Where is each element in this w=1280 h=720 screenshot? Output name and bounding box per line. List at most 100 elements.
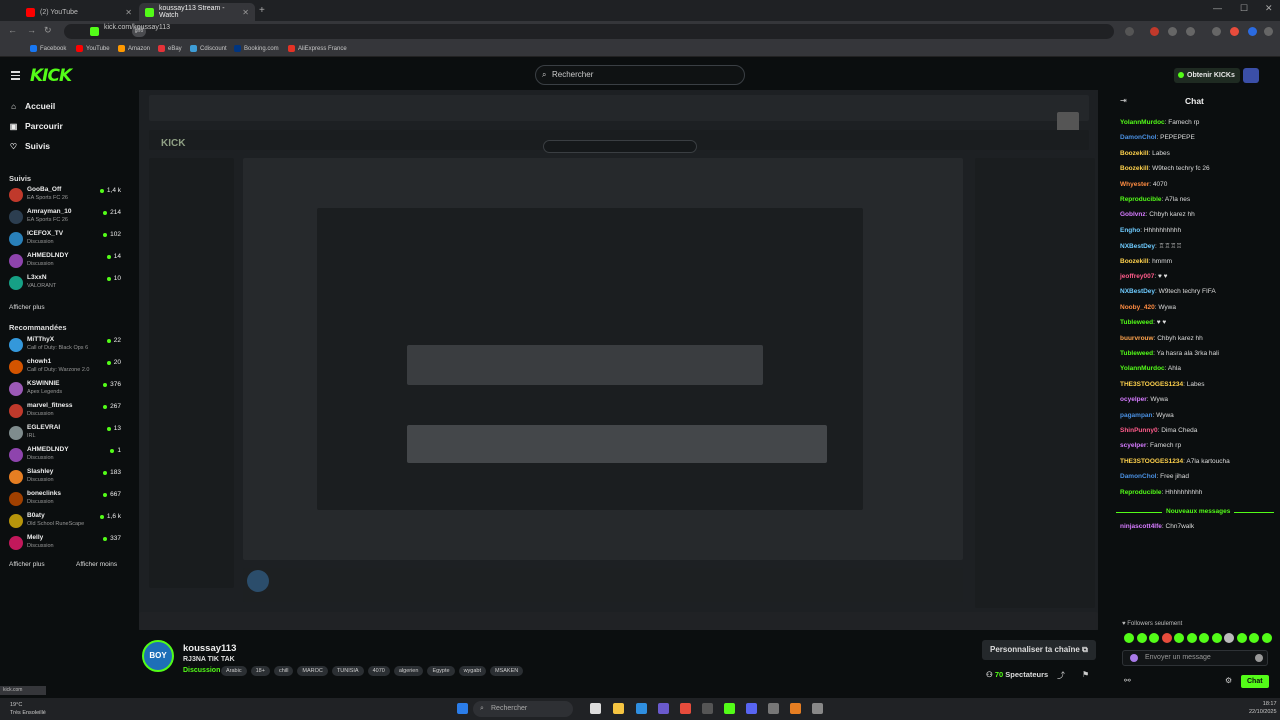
chrome-icon[interactable] bbox=[680, 703, 691, 714]
puzzle-icon[interactable] bbox=[1186, 27, 1195, 36]
chat-username[interactable]: Tubleweed bbox=[1120, 319, 1153, 326]
emote-icon[interactable] bbox=[1174, 633, 1184, 643]
new-tab-icon[interactable]: + bbox=[259, 5, 265, 16]
sidebar-channel[interactable]: Amrayman_10 EA Sports FC 26 214 bbox=[9, 208, 121, 230]
collapse-chat-icon[interactable]: ⇥ bbox=[1120, 96, 1127, 105]
maximize-icon[interactable]: ☐ bbox=[1240, 3, 1248, 14]
chat-username[interactable]: Boozekill bbox=[1120, 150, 1149, 157]
sidebar-channel[interactable]: MiTThyX Call of Duty: Black Ops 6 22 bbox=[9, 336, 121, 358]
chat-message[interactable]: Boozekill: Labes bbox=[1120, 150, 1170, 157]
download-icon[interactable] bbox=[1212, 27, 1221, 36]
chat-username[interactable]: Boozekill bbox=[1120, 165, 1149, 172]
channel-avatar[interactable]: BOY bbox=[142, 640, 174, 672]
taskbar-search[interactable]: ⌕ Rechercher bbox=[473, 701, 573, 717]
store-icon[interactable] bbox=[658, 703, 669, 714]
chat-message[interactable]: ninjascott4lfe: Chn7walk bbox=[1120, 523, 1194, 530]
task-view-icon[interactable] bbox=[590, 703, 601, 714]
sidebar-channel[interactable]: Slashley Discussion 183 bbox=[9, 468, 121, 490]
emote-icon[interactable] bbox=[1199, 633, 1209, 643]
chat-message[interactable]: pagampan: Wywa bbox=[1120, 412, 1174, 419]
chat-username[interactable]: Tubleweed bbox=[1120, 350, 1153, 357]
share-icon[interactable]: ⤴ bbox=[1057, 670, 1065, 681]
sidebar-channel[interactable]: B0aty Old School RuneScape 1,6 k bbox=[9, 512, 121, 534]
chat-username[interactable]: DamonChol bbox=[1120, 473, 1156, 480]
profile-icon[interactable] bbox=[1230, 27, 1239, 36]
emoji-icon[interactable] bbox=[1255, 654, 1263, 662]
file-explorer-icon[interactable] bbox=[613, 703, 624, 714]
more-options-icon[interactable]: ⚑ bbox=[1082, 670, 1089, 679]
send-chat-button[interactable]: Chat bbox=[1241, 675, 1269, 688]
bookmark-ebay[interactable]: eBay bbox=[158, 45, 182, 52]
forward-icon[interactable]: → bbox=[27, 25, 36, 35]
stream-tag[interactable]: chill bbox=[273, 666, 294, 676]
chat-message[interactable]: THE3STOOGES1234: Labes bbox=[1120, 381, 1204, 388]
nav-suivis[interactable]: ♡ Suivis bbox=[9, 141, 50, 151]
stream-tag[interactable]: Egypte bbox=[427, 666, 455, 676]
chat-message[interactable]: ocyelper: Wywa bbox=[1120, 396, 1168, 403]
link-icon[interactable]: ⚯ bbox=[1124, 676, 1131, 685]
sidebar-channel[interactable]: marvel_fitness Discussion 267 bbox=[9, 402, 121, 424]
user-avatar[interactable] bbox=[1243, 68, 1259, 83]
chat-username[interactable]: buurvrouw bbox=[1120, 335, 1154, 342]
chat-message[interactable]: DamonChol: Free jihad bbox=[1120, 473, 1189, 480]
chat-message[interactable]: buurvrouw: Chbyh karez hh bbox=[1120, 335, 1203, 342]
emote-icon[interactable] bbox=[1261, 633, 1272, 643]
chat-message[interactable]: ShinPunny0: Dima Cheda bbox=[1120, 427, 1197, 434]
channel-name[interactable]: koussay113 bbox=[183, 643, 236, 654]
bookmark-aliexpress[interactable]: AliExpress France bbox=[288, 45, 347, 52]
star-icon[interactable] bbox=[1125, 27, 1134, 36]
tab-youtube[interactable]: (2) YouTube ✕ bbox=[20, 3, 138, 21]
sidebar-channel[interactable]: GooBa_Off EA Sports FC 26 1,4 k bbox=[9, 186, 121, 208]
stream-tag[interactable]: TUNISIA bbox=[331, 666, 364, 676]
chat-username[interactable]: THE3STOOGES1234 bbox=[1120, 381, 1183, 388]
stream-tag[interactable]: algerien bbox=[393, 666, 424, 676]
sidebar-channel[interactable]: ICEFOX_TV Discussion 102 bbox=[9, 230, 121, 252]
stream-tag[interactable]: Arabic bbox=[221, 666, 247, 676]
bookmark-youtube[interactable]: YouTube bbox=[76, 45, 110, 52]
stream-tag[interactable]: MSAKEN bbox=[490, 666, 524, 676]
app-icon[interactable] bbox=[702, 703, 713, 714]
stream-tag[interactable]: wygabt bbox=[458, 666, 486, 676]
chat-message[interactable]: YolannMurdoc: Famech rp bbox=[1120, 119, 1199, 126]
chat-message[interactable]: Goblvnz: Chbyh karez hh bbox=[1120, 211, 1195, 218]
gear-icon[interactable]: ⚙ bbox=[1225, 676, 1232, 685]
chat-username[interactable]: YolannMurdoc bbox=[1120, 365, 1165, 372]
extension-icon[interactable] bbox=[1168, 27, 1177, 36]
search-input[interactable]: ⌕ Rechercher bbox=[535, 65, 745, 85]
chat-message[interactable]: YolannMurdoc: Ahla bbox=[1120, 365, 1181, 372]
chat-username[interactable]: jeoffrey007 bbox=[1120, 273, 1154, 280]
chat-message[interactable]: Engho: Hhhhhhhhhh bbox=[1120, 227, 1181, 234]
chat-message[interactable]: Nooby_420: Wywa bbox=[1120, 304, 1176, 311]
new-messages-divider[interactable]: Nouveaux messages bbox=[1116, 508, 1274, 516]
bookmark-amazon[interactable]: Amazon bbox=[118, 45, 150, 52]
discord-icon[interactable] bbox=[746, 703, 757, 714]
weather-widget[interactable]: 19°C Très Ensoleillé bbox=[10, 701, 46, 717]
app-icon[interactable] bbox=[790, 703, 801, 714]
chat-message[interactable]: Boozekill: W9tech techry fc 26 bbox=[1120, 165, 1210, 172]
sidebar-channel[interactable]: AHMEDLNDY Discussion 1 bbox=[9, 446, 121, 468]
tab-kick[interactable]: koussay113 Stream - Watch ✕ bbox=[139, 3, 255, 21]
emote-icon[interactable] bbox=[1224, 633, 1234, 643]
chat-username[interactable]: Reproducible bbox=[1120, 196, 1162, 203]
chat-username[interactable]: Boozekill bbox=[1120, 258, 1149, 265]
chat-message[interactable]: Tubleweed: ♥ ♥ bbox=[1120, 319, 1166, 326]
get-kicks-button[interactable]: Obtenir KICKs bbox=[1174, 68, 1240, 83]
chat-username[interactable]: YolannMurdoc bbox=[1120, 119, 1165, 126]
sidebar-channel[interactable]: AHMEDLNDY Discussion 14 bbox=[9, 252, 121, 274]
chat-message[interactable]: Reproducible: Hhhhhhhhhh bbox=[1120, 489, 1202, 496]
sidebar-channel[interactable]: EGLEVRAI IRL 13 bbox=[9, 424, 121, 446]
emote-icon[interactable] bbox=[1124, 633, 1134, 643]
chat-username[interactable]: NXBestDey bbox=[1120, 243, 1155, 250]
chat-message[interactable]: Boozekill: hmmm bbox=[1120, 258, 1172, 265]
show-more-followed[interactable]: Afficher plus bbox=[9, 304, 45, 311]
close-window-icon[interactable]: ✕ bbox=[1265, 3, 1273, 14]
bookmark-booking[interactable]: Booking.com bbox=[234, 45, 279, 52]
nav-accueil[interactable]: ⌂ Accueil bbox=[9, 101, 55, 111]
chat-username[interactable]: ShinPunny0 bbox=[1120, 427, 1158, 434]
chat-message[interactable]: jeoffrey007: ♥ ♥ bbox=[1120, 273, 1167, 280]
menu-icon[interactable] bbox=[1264, 27, 1273, 36]
profile-icon[interactable] bbox=[1248, 27, 1257, 36]
chat-username[interactable]: ninjascott4lfe bbox=[1120, 523, 1162, 530]
reload-icon[interactable]: ↻ bbox=[44, 25, 52, 36]
stream-category[interactable]: Discussion bbox=[183, 667, 220, 674]
